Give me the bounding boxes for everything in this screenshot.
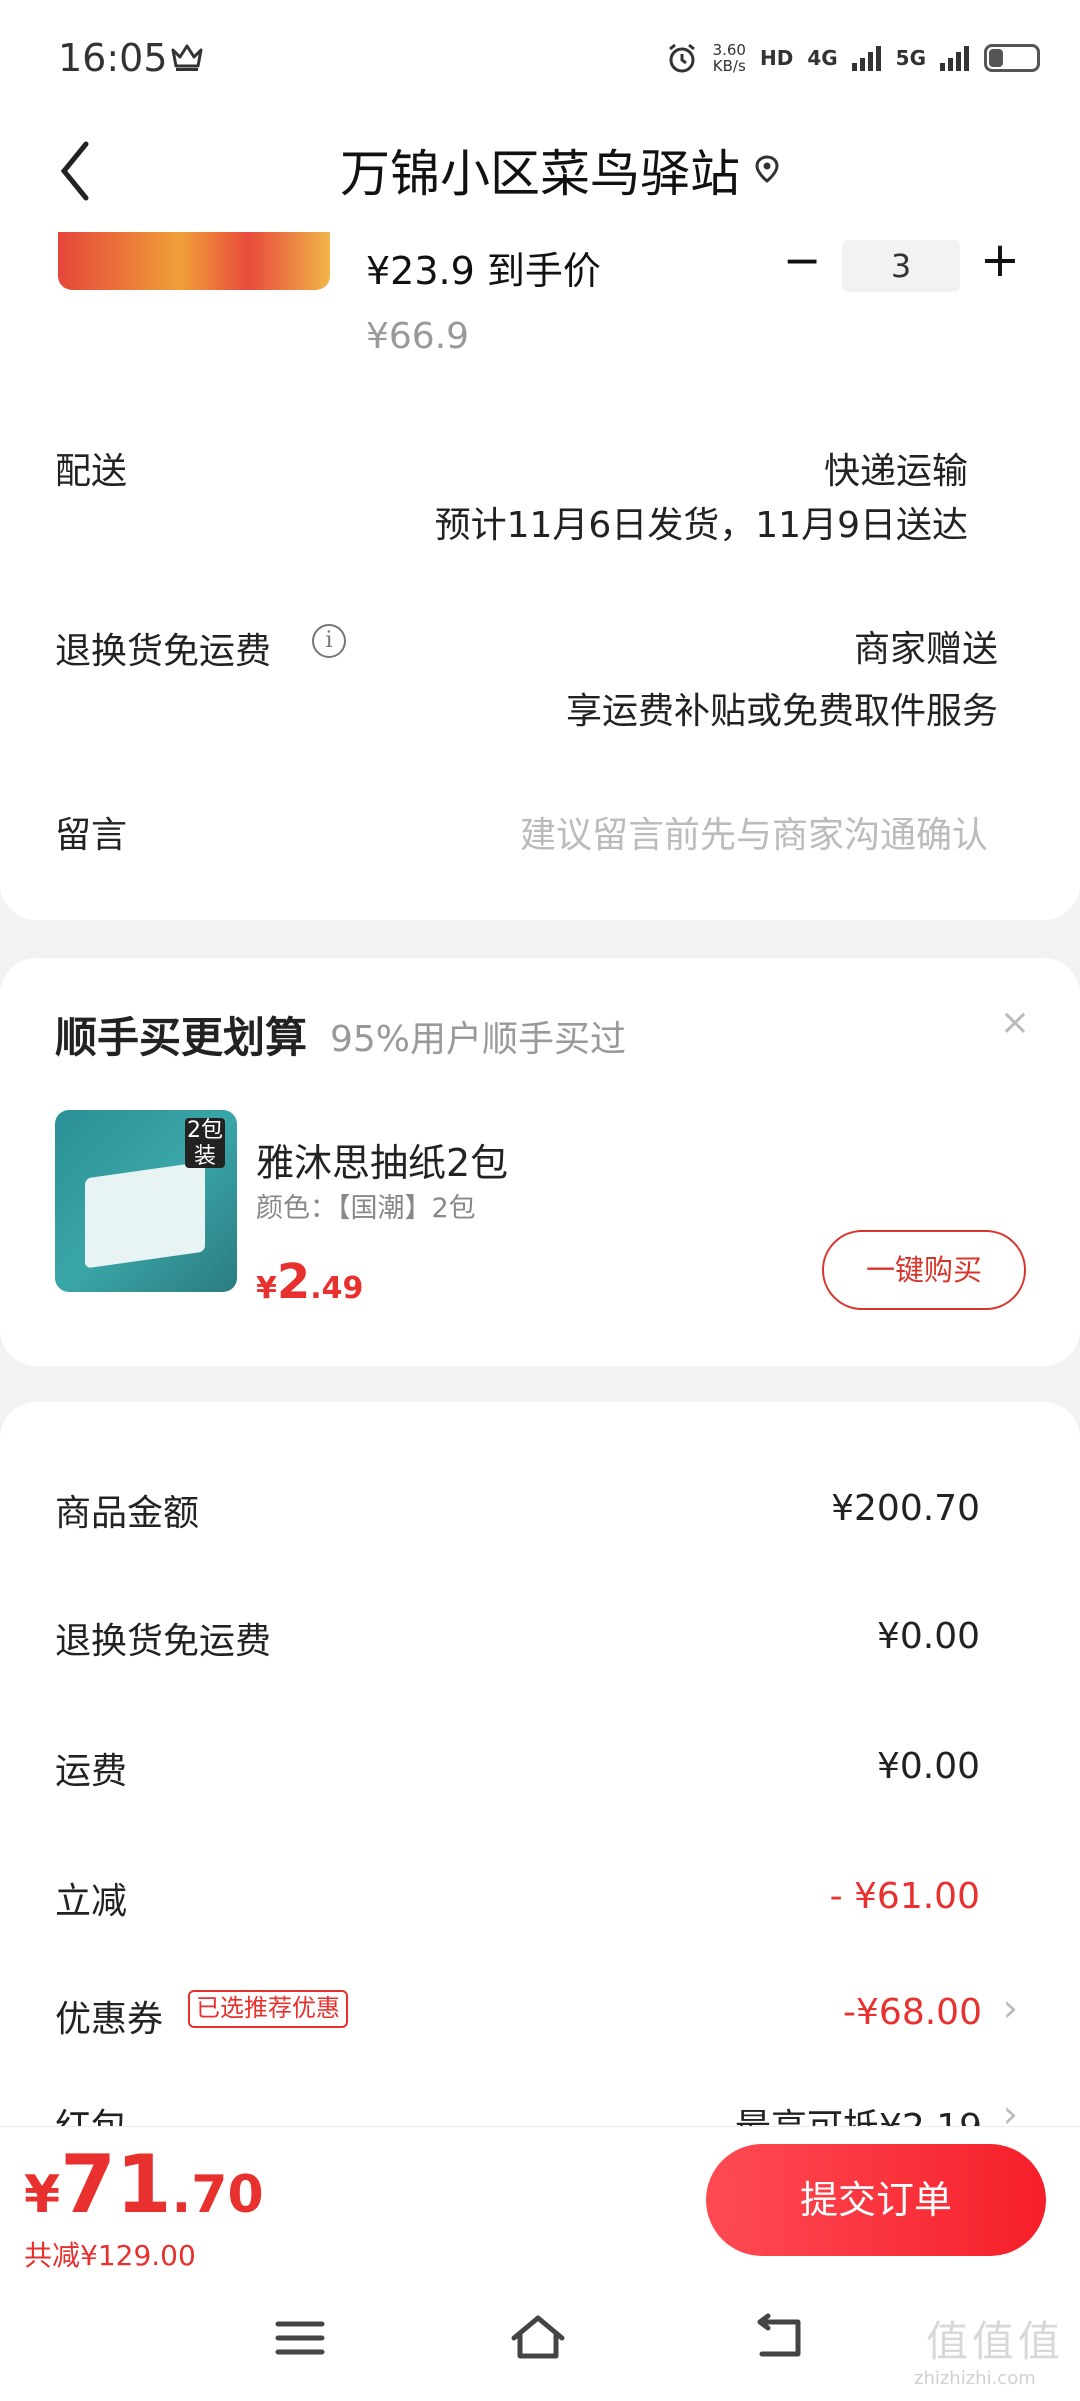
upsell-title: 顺手买更划算: [55, 1013, 308, 1062]
pack-badge: 2包装: [185, 1118, 225, 1169]
tissue-pack-graphic: [85, 1161, 205, 1269]
status-indicators: 3.60 KB/s HD 4G 5G: [665, 38, 1040, 78]
return-fee-value: ¥0.00: [876, 1616, 980, 1657]
network-4g: 4G: [807, 46, 838, 70]
close-icon[interactable]: ×: [998, 1005, 1032, 1041]
delivery-label: 配送: [55, 451, 128, 492]
location-icon[interactable]: [752, 154, 782, 184]
product-original-price: ¥66.9: [366, 316, 470, 357]
upsell-product-name[interactable]: 雅沐思抽纸2包: [256, 1132, 508, 1187]
qty-input[interactable]: 3: [842, 240, 960, 292]
total-savings: 共减¥129.00: [24, 2239, 196, 2272]
upsell-product-spec: 颜色：【国潮】2包: [256, 1193, 476, 1224]
crown-icon: [171, 44, 203, 71]
goods-amount-label: 商品金额: [55, 1493, 200, 1534]
network-5g: 5G: [895, 46, 926, 70]
alarm-icon: [668, 43, 695, 73]
net-speed: 3.60 KB/s: [713, 42, 746, 74]
back-nav-icon[interactable]: [750, 2308, 810, 2368]
delivery-method[interactable]: 快递运输: [824, 442, 968, 494]
return-shipping-value: 商家赠送: [853, 629, 998, 670]
message-input[interactable]: 建议留言前先与商家沟通确认: [520, 806, 988, 858]
qty-minus-button[interactable]: −: [780, 237, 824, 284]
discount-value: - ¥61.00: [829, 1876, 980, 1917]
shipping-value: ¥0.00: [876, 1746, 980, 1787]
total-int: 71: [60, 2138, 172, 2231]
page-title: 万锦小区菜鸟驿站: [340, 145, 740, 203]
signal-icon-2: [940, 46, 969, 71]
upsell-subtitle: 95%用户顺手买过: [330, 1019, 627, 1060]
hd-indicator: HD: [759, 46, 794, 70]
upsell-product-image[interactable]: 2包装: [55, 1110, 237, 1292]
upsell-price-symbol: ¥: [256, 1271, 277, 1306]
shipping-label: 运费: [55, 1751, 128, 1792]
discount-label: 立减: [55, 1881, 128, 1922]
goods-amount-value: ¥200.70: [831, 1488, 980, 1529]
net-speed-unit: KB/s: [712, 57, 746, 75]
watermark-url: zhizhizhi.com: [914, 2368, 1036, 2389]
return-shipping-note: 享运费补贴或免费取件服务: [565, 691, 998, 732]
total-dec: .70: [171, 2165, 264, 2225]
product-thumbnail[interactable]: [58, 232, 330, 290]
coupon-chevron-icon[interactable]: ›: [1003, 1986, 1018, 2030]
submit-order-button[interactable]: 提交订单: [706, 2144, 1046, 2256]
return-shipping-label: 退换货免运费: [55, 631, 272, 672]
home-icon[interactable]: [508, 2308, 568, 2368]
upsell-price: ¥2.49: [256, 1254, 363, 1310]
one-click-buy-button[interactable]: 一键购买: [822, 1230, 1026, 1310]
menu-icon[interactable]: [270, 2308, 330, 2368]
coupon-value[interactable]: -¥68.00: [843, 1992, 982, 2033]
coupon-tag: 已选推荐优惠: [188, 1990, 348, 2028]
return-fee-label: 退换货免运费: [55, 1621, 272, 1662]
message-label: 留言: [55, 815, 128, 856]
total-price: ¥71.70: [24, 2138, 264, 2231]
info-icon[interactable]: i: [312, 624, 346, 658]
coupon-label[interactable]: 优惠券: [55, 1990, 163, 2042]
delivery-eta: 预计11月6日发货，11月9日送达: [434, 505, 968, 546]
battery-icon: [984, 44, 1040, 72]
total-currency: ¥: [24, 2165, 61, 2225]
watermark: 值值值: [926, 2317, 1065, 2366]
status-time: 16:05: [58, 36, 168, 80]
upsell-price-int: 2: [276, 1254, 311, 1310]
product-price: ¥23.9 到手价: [366, 249, 601, 293]
net-speed-value: 3.60: [712, 41, 746, 59]
upsell-price-dec: .49: [310, 1271, 364, 1306]
signal-icon: [851, 46, 881, 71]
qty-plus-button[interactable]: +: [978, 236, 1022, 284]
